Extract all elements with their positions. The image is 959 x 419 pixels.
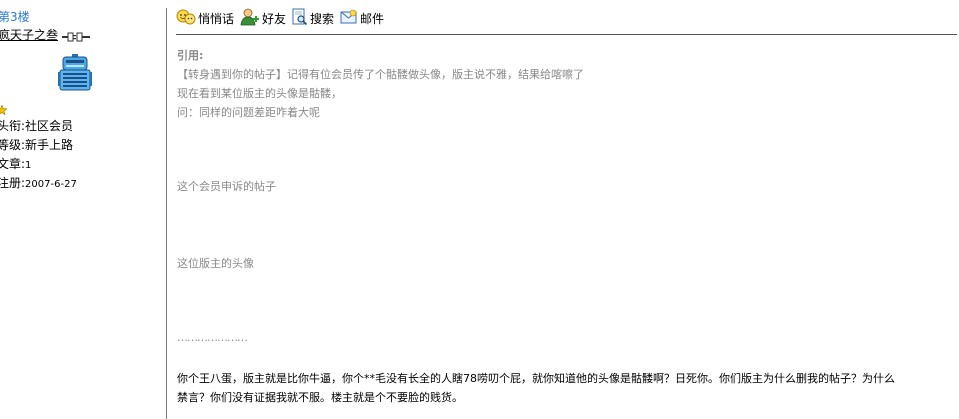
user-posts-value: 1 <box>25 160 32 171</box>
user-level-label: 等级: <box>0 138 26 152</box>
toolbar-separator <box>176 34 957 35</box>
user-registered-label: 注册: <box>0 176 26 190</box>
user-title-value: 社区会员 <box>25 119 74 133</box>
smiley-chat-icon <box>176 8 198 30</box>
add-friend-icon <box>240 8 262 30</box>
post-toolbar: 悄悄话 好友 搜索 邮件 <box>176 8 390 30</box>
quote-line: 问：同样的问题差距咋着大呢 <box>177 106 320 119</box>
caption-moderator-avatar: 这位版主的头像 <box>177 257 254 270</box>
whisper-button[interactable]: 悄悄话 <box>176 8 234 30</box>
post-body: 你个王八蛋，版主就是比你牛逼，你个**毛没有长全的人瞎78唠叨个屁，就你知道他的… <box>177 369 959 407</box>
user-title-row: 头衔:社区会员 <box>0 119 73 133</box>
search-document-icon <box>292 8 310 30</box>
quote-line: 【转身遇到你的帖子】记得有位会员传了个骷髅做头像，版主说不雅，结果给喀嚓了 <box>177 68 584 81</box>
mail-envelope-icon <box>340 8 360 30</box>
quote-label: 引用: <box>177 49 204 62</box>
ellipsis-divider: ………………… <box>177 331 248 344</box>
caption-member-post: 这个会员申诉的帖子 <box>177 180 276 193</box>
add-friend-label: 好友 <box>262 12 287 26</box>
user-level-row: 等级:新手上路 <box>0 138 73 152</box>
post-body-line: 禁言？你们没有证据我就不服。楼主就是个不要脸的贱货。 <box>177 391 463 404</box>
user-registered-row: 注册:2007-6-27 <box>0 176 77 192</box>
robot-avatar <box>58 54 92 95</box>
user-level-value: 新手上路 <box>25 138 74 152</box>
star-icon <box>0 104 8 118</box>
search-label: 搜索 <box>310 12 335 26</box>
user-title-label: 头衔: <box>0 119 26 133</box>
online-plug-icon <box>62 31 90 45</box>
add-friend-button[interactable]: 好友 <box>240 8 286 30</box>
user-posts-row: 文章:1 <box>0 157 31 173</box>
whisper-label: 悄悄话 <box>198 12 235 26</box>
forum-post-page: 第3楼 疯天子之叁 头衔:社区会员 等级:新手上路 文章:1 注册:2007-6… <box>0 0 959 419</box>
post-body-line: 你个王八蛋，版主就是比你牛逼，你个**毛没有长全的人瞎78唠叨个屁，就你知道他的… <box>177 372 895 385</box>
quote-block: 引用: 【转身遇到你的帖子】记得有位会员传了个骷髅做头像，版主说不雅，结果给喀嚓… <box>177 46 584 122</box>
floor-number: 第3楼 <box>0 10 30 24</box>
user-info-panel: 第3楼 疯天子之叁 头衔:社区会员 等级:新手上路 文章:1 注册:2007-6… <box>0 0 165 419</box>
search-button[interactable]: 搜索 <box>292 8 334 30</box>
user-registered-value: 2007-6-27 <box>25 179 77 190</box>
mail-label: 邮件 <box>360 12 385 26</box>
panel-divider <box>166 8 167 419</box>
user-posts-label: 文章: <box>0 157 26 171</box>
mail-button[interactable]: 邮件 <box>340 8 384 30</box>
quote-line: 现在看到某位版主的头像是骷髅， <box>177 87 342 100</box>
username-link[interactable]: 疯天子之叁 <box>0 28 58 42</box>
